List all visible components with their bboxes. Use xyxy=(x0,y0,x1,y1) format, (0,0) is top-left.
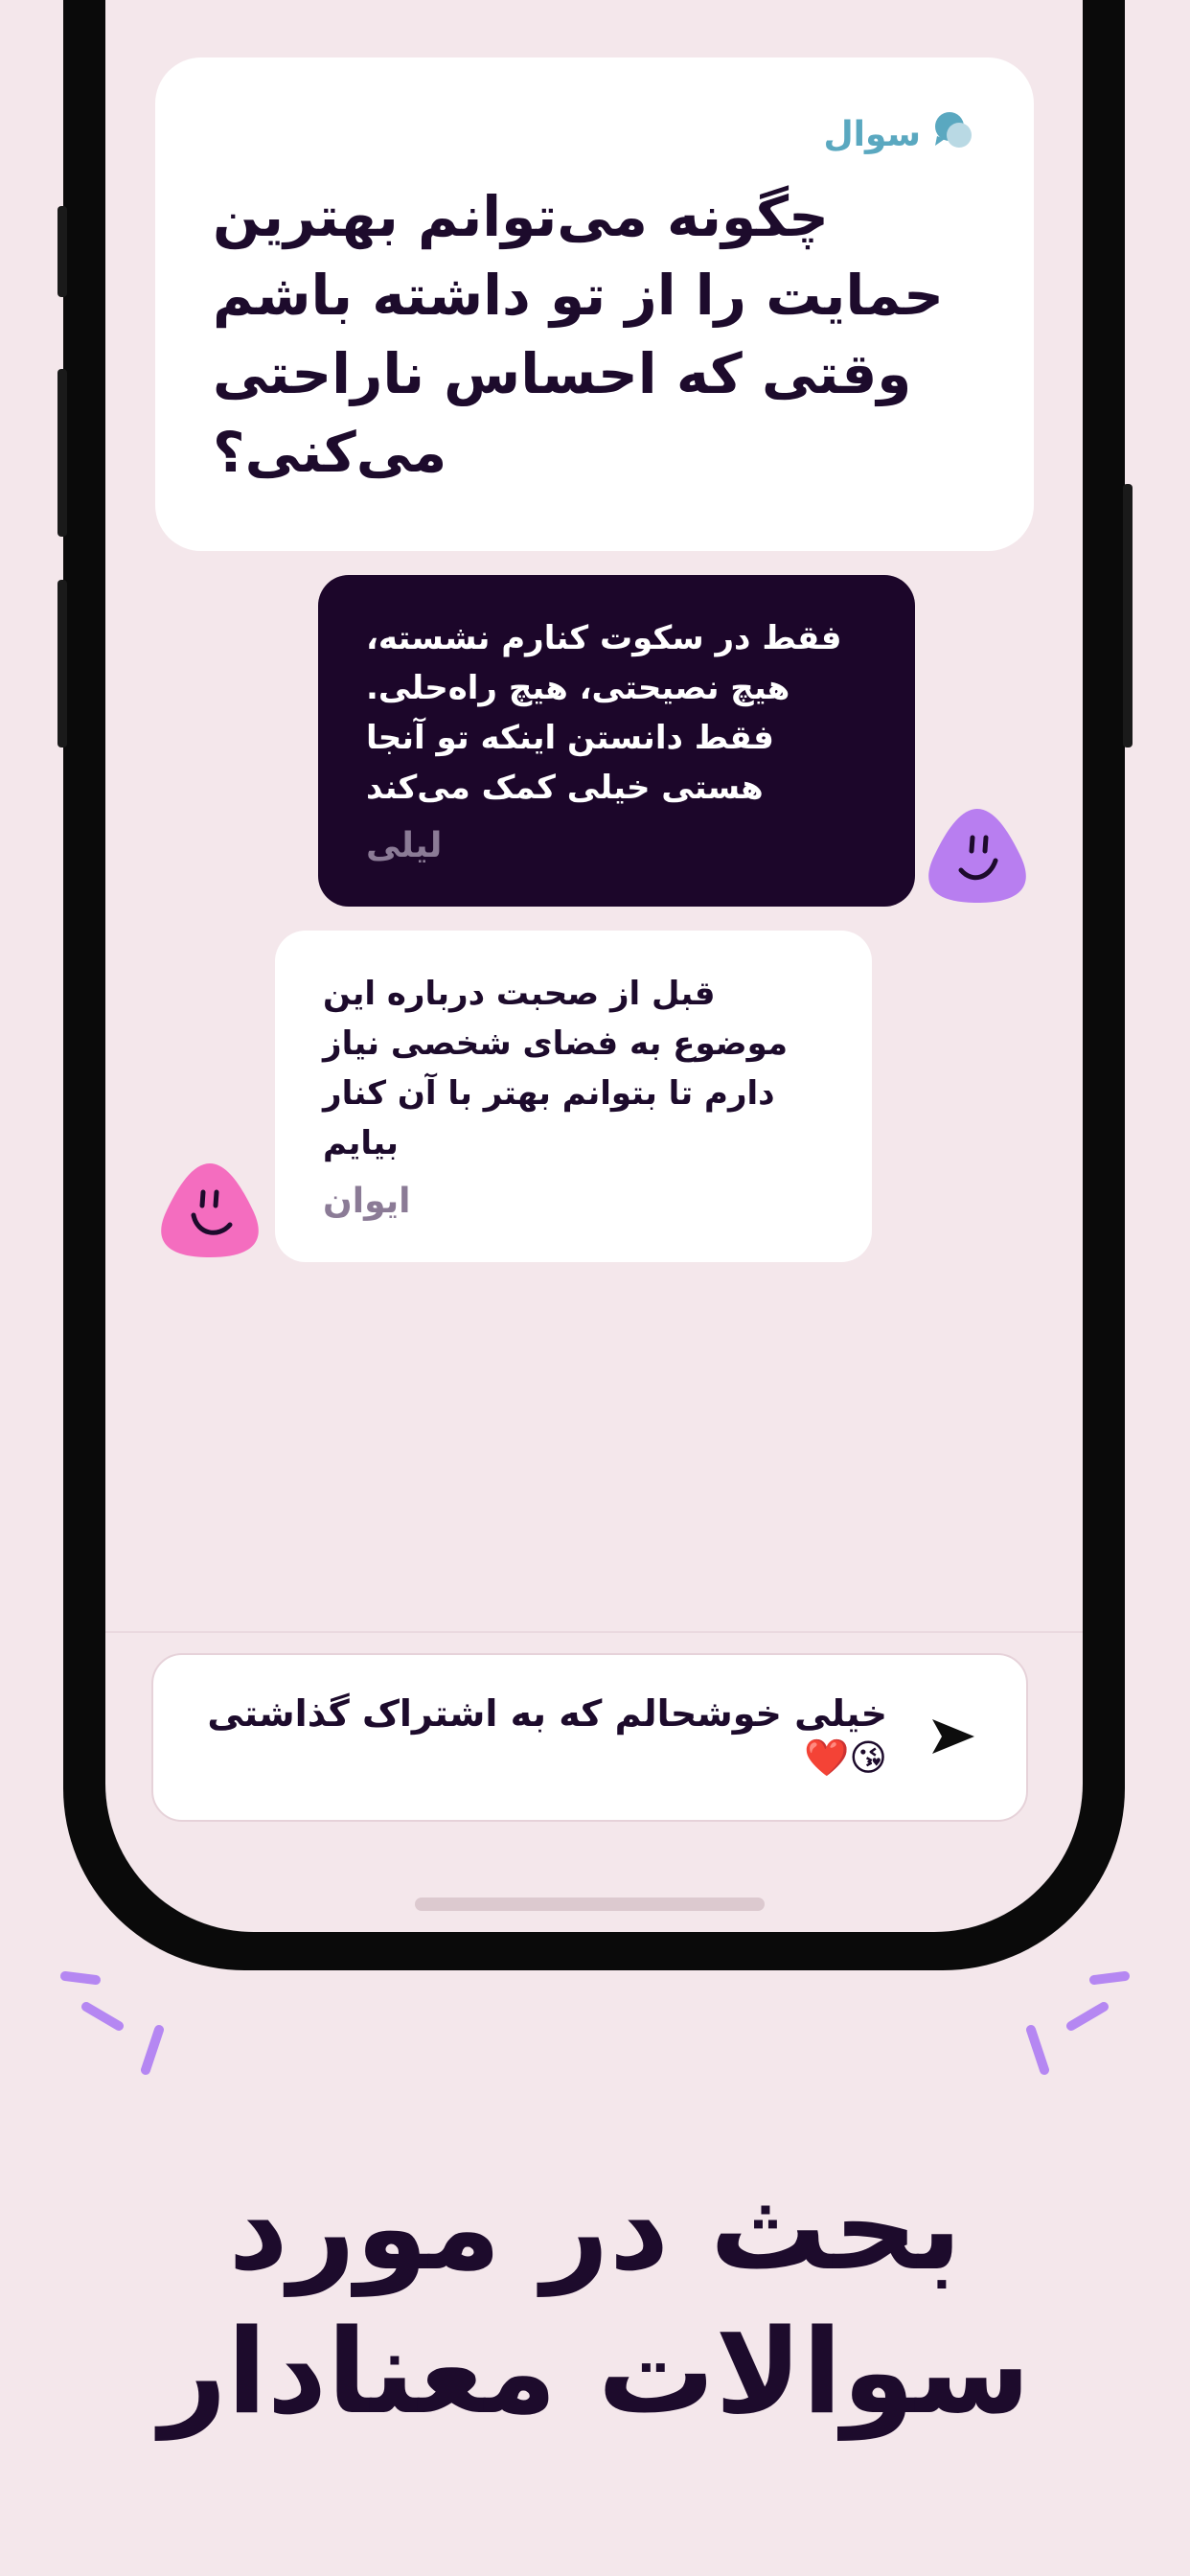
phone-side-button xyxy=(57,580,67,748)
avatar-leili xyxy=(923,803,1033,912)
message-author: لیلی xyxy=(366,826,443,865)
headline: بحث در مورد سوالات معنادار xyxy=(0,2156,1190,2444)
phone-screen: سوال چگونه می‌توانم بهترین حمایت را از ت… xyxy=(105,0,1083,1932)
message-author: ایوان xyxy=(323,1182,411,1221)
phone-side-button xyxy=(1123,484,1133,748)
composer-divider xyxy=(105,1631,1083,1633)
message-bubble-leili: فقط در سکوت کنارم نشسته، هیچ نصیحتی، هیچ… xyxy=(318,575,915,907)
sparkle-right xyxy=(1008,1965,1133,2093)
message-bubble-ivan: قبل از صحبت درباره این موضوع به فضای شخص… xyxy=(275,931,872,1262)
headline-line-2: سوالات معنادار xyxy=(159,2304,1031,2440)
message-text: فقط در سکوت کنارم نشسته، هیچ نصیحتی، هیچ… xyxy=(366,619,842,807)
send-button[interactable] xyxy=(920,1705,987,1772)
question-label-text: سوال xyxy=(823,115,921,154)
message-input[interactable]: خیلی خوشحالم که به اشتراک گذاشتی 😘❤️ xyxy=(151,1653,1028,1822)
question-card: سوال چگونه می‌توانم بهترین حمایت را از ت… xyxy=(155,58,1034,551)
message-input-text[interactable]: خیلی خوشحالم که به اشتراک گذاشتی 😘❤️ xyxy=(197,1691,887,1780)
question-text: چگونه می‌توانم بهترین حمایت را از تو داش… xyxy=(213,184,944,485)
chat-bubble-icon xyxy=(930,107,976,162)
avatar-ivan xyxy=(155,1158,265,1267)
sparkle-left xyxy=(57,1965,182,2093)
question-label: سوال xyxy=(213,107,976,162)
send-icon[interactable] xyxy=(928,1715,978,1761)
home-indicator xyxy=(415,1898,765,1911)
headline-line-1: بحث در مورد xyxy=(228,2160,962,2296)
message-text: قبل از صحبت درباره این موضوع به فضای شخص… xyxy=(323,975,789,1162)
phone-side-button xyxy=(57,369,67,537)
phone-side-button xyxy=(57,206,67,297)
